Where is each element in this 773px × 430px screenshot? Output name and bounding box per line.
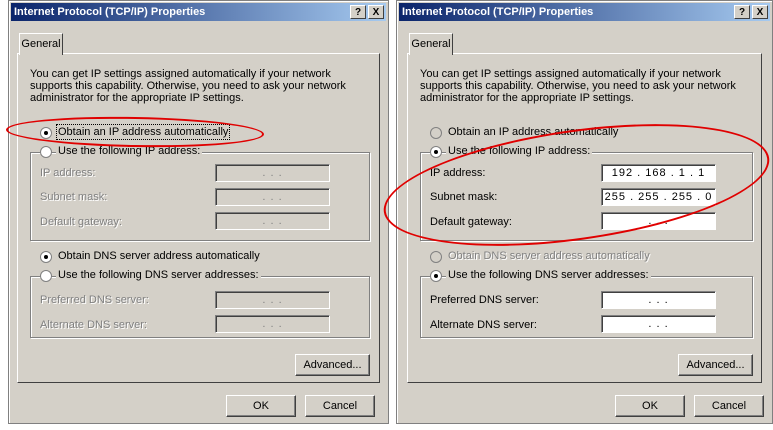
advanced-button[interactable]: Advanced... bbox=[295, 354, 370, 376]
cancel-button[interactable]: Cancel bbox=[694, 395, 764, 417]
default-gateway-label: Default gateway: bbox=[40, 216, 122, 228]
static-dns-radio[interactable] bbox=[40, 270, 52, 282]
static-ip-radio[interactable] bbox=[40, 146, 52, 158]
subnet-mask-label: Subnet mask: bbox=[430, 191, 498, 203]
general-panel: You can get IP settings assigned automat… bbox=[407, 53, 762, 383]
preferred-dns-label: Preferred DNS server: bbox=[40, 294, 149, 306]
default-gateway-field[interactable]: . . . bbox=[215, 212, 330, 230]
preferred-dns-field[interactable]: . . . bbox=[215, 291, 330, 309]
auto-dns-radio[interactable] bbox=[40, 251, 52, 263]
title-bar: Internet Protocol (TCP/IP) Properties ? … bbox=[399, 3, 770, 21]
intro-text: You can get IP settings assigned automat… bbox=[30, 68, 346, 104]
advanced-button[interactable]: Advanced... bbox=[678, 354, 753, 376]
close-button[interactable]: X bbox=[368, 5, 384, 19]
auto-dns-label: Obtain DNS server address automatically bbox=[448, 250, 650, 262]
title-buttons: ? X bbox=[350, 5, 384, 19]
general-panel: You can get IP settings assigned automat… bbox=[17, 53, 380, 383]
title-buttons: ? X bbox=[734, 5, 768, 19]
window-title: Internet Protocol (TCP/IP) Properties bbox=[402, 6, 594, 18]
static-ip-label: Use the following IP address: bbox=[56, 145, 203, 157]
auto-ip-radio[interactable] bbox=[40, 127, 52, 139]
auto-ip-radio[interactable] bbox=[430, 127, 442, 139]
alternate-dns-field[interactable]: . . . bbox=[601, 315, 716, 333]
default-gateway-field[interactable]: . . . bbox=[601, 212, 716, 230]
static-dns-radio[interactable] bbox=[430, 270, 442, 282]
tcpip-dialog-static: Internet Protocol (TCP/IP) Properties ? … bbox=[396, 0, 773, 424]
window-title: Internet Protocol (TCP/IP) Properties bbox=[14, 6, 206, 18]
subnet-mask-label: Subnet mask: bbox=[40, 191, 108, 203]
help-button[interactable]: ? bbox=[734, 5, 750, 19]
default-gateway-label: Default gateway: bbox=[430, 216, 512, 228]
subnet-mask-field[interactable]: . . . bbox=[215, 188, 330, 206]
static-dns-label: Use the following DNS server addresses: bbox=[56, 269, 261, 281]
title-bar: Internet Protocol (TCP/IP) Properties ? … bbox=[11, 3, 386, 21]
help-button[interactable]: ? bbox=[350, 5, 366, 19]
tab-general[interactable]: General bbox=[409, 33, 453, 55]
ip-address-label: IP address: bbox=[40, 167, 96, 179]
static-ip-label: Use the following IP address: bbox=[446, 145, 593, 157]
static-dns-label: Use the following DNS server addresses: bbox=[446, 269, 651, 281]
cancel-button[interactable]: Cancel bbox=[305, 395, 375, 417]
ip-address-field[interactable]: . . . bbox=[215, 164, 330, 182]
preferred-dns-field[interactable]: . . . bbox=[601, 291, 716, 309]
auto-ip-label: Obtain an IP address automatically bbox=[448, 126, 619, 138]
auto-dns-radio[interactable] bbox=[430, 251, 442, 263]
intro-text: You can get IP settings assigned automat… bbox=[420, 68, 736, 104]
alternate-dns-field[interactable]: . . . bbox=[215, 315, 330, 333]
preferred-dns-label: Preferred DNS server: bbox=[430, 294, 539, 306]
ok-button[interactable]: OK bbox=[226, 395, 296, 417]
alternate-dns-label: Alternate DNS server: bbox=[430, 319, 537, 331]
close-button[interactable]: X bbox=[752, 5, 768, 19]
ok-button[interactable]: OK bbox=[615, 395, 685, 417]
ip-address-label: IP address: bbox=[430, 167, 486, 179]
alternate-dns-label: Alternate DNS server: bbox=[40, 319, 147, 331]
auto-dns-label: Obtain DNS server address automatically bbox=[58, 250, 260, 262]
tab-general[interactable]: General bbox=[19, 33, 63, 55]
static-ip-radio[interactable] bbox=[430, 146, 442, 158]
ip-address-field[interactable]: 192 . 168 . 1 . 1 bbox=[601, 164, 716, 182]
subnet-mask-field[interactable]: 255 . 255 . 255 . 0 bbox=[601, 188, 716, 206]
tcpip-dialog-auto: Internet Protocol (TCP/IP) Properties ? … bbox=[8, 0, 389, 424]
auto-ip-label: Obtain an IP address automatically bbox=[55, 124, 231, 140]
